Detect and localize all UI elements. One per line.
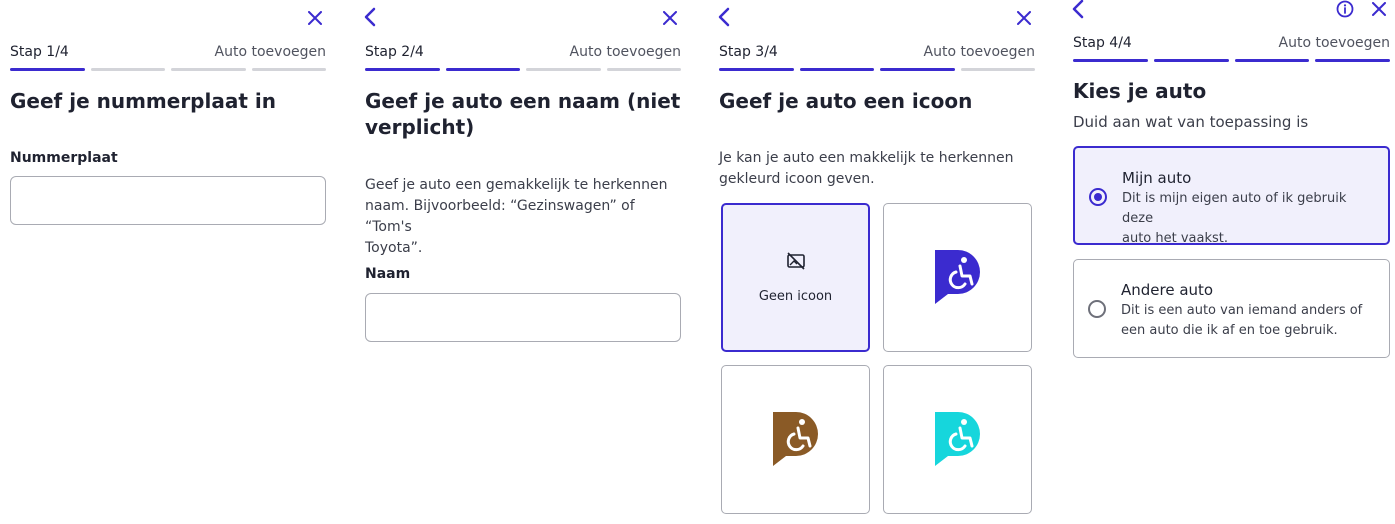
option-description: Dit is mijn eigen auto of ik gebruik dez… xyxy=(1122,189,1374,249)
flow-title: Auto toevoegen xyxy=(923,44,1035,60)
parking-accessible-icon xyxy=(772,410,820,470)
license-plate-label: Nummerplaat xyxy=(10,150,118,166)
description: Je kan je auto een makkelijk te herkenne… xyxy=(719,148,1035,190)
progress-segment xyxy=(365,68,440,71)
flow-title: Auto toevoegen xyxy=(214,44,326,60)
option-title: Andere auto xyxy=(1121,281,1214,299)
radio-button[interactable] xyxy=(1089,188,1107,206)
name-label: Naam xyxy=(365,266,411,282)
progress-segment xyxy=(719,68,794,71)
name-input[interactable] xyxy=(365,293,681,342)
car-option-mine[interactable]: Mijn auto Dit is mijn eigen auto of ik g… xyxy=(1073,146,1390,246)
flow-title: Auto toevoegen xyxy=(1278,35,1390,51)
description-line: auto het vaakst. xyxy=(1122,231,1229,246)
info-icon[interactable] xyxy=(1334,0,1356,19)
progress-segment xyxy=(10,68,85,71)
progress-segment xyxy=(445,68,520,71)
progress-segment xyxy=(90,68,165,71)
page-title: Geef je auto een icoon xyxy=(719,89,973,113)
page-subtitle: Duid aan wat van toepassing is xyxy=(1073,113,1309,131)
description-line: Dit is een auto van iemand anders of xyxy=(1121,303,1363,318)
progress-segment xyxy=(171,68,246,71)
description-line: naam. Bijvoorbeeld: “Gezinswagen” of “To… xyxy=(365,198,635,235)
description-line: Toyota”. xyxy=(365,240,423,256)
no-image-icon xyxy=(786,251,806,275)
radio-button[interactable] xyxy=(1088,300,1106,318)
progress-segment xyxy=(606,68,681,71)
title-line: verplicht) xyxy=(365,115,475,139)
option-description: Dit is een auto van iemand anders of een… xyxy=(1121,301,1375,341)
description-line: Geef je auto een gemakkelijk te herkenne… xyxy=(365,177,668,193)
screen-step-1: Stap 1/4 Auto toevoegen Geef je nummerpl… xyxy=(10,0,326,524)
screen-step-2: Stap 2/4 Auto toevoegen Geef je auto een… xyxy=(364,0,681,524)
icon-option-none[interactable]: Geen icoon xyxy=(721,203,870,352)
progress-segment xyxy=(1073,59,1148,62)
progress-segment xyxy=(1234,59,1310,62)
parking-accessible-icon xyxy=(934,248,982,308)
description-line: Je kan je auto een makkelijk te herkenne… xyxy=(719,150,1014,166)
parking-accessible-icon xyxy=(934,410,982,470)
option-title: Mijn auto xyxy=(1122,169,1192,187)
back-icon[interactable] xyxy=(359,4,381,30)
progress-segment xyxy=(1153,59,1229,62)
icon-option-brown[interactable] xyxy=(721,365,870,514)
description: Geef je auto een gemakkelijk te herkenne… xyxy=(365,175,681,259)
progress-bar xyxy=(10,68,326,71)
back-icon[interactable] xyxy=(713,4,735,30)
progress-segment xyxy=(880,68,955,71)
progress-bar xyxy=(1073,59,1390,62)
car-option-other[interactable]: Andere auto Dit is een auto van iemand a… xyxy=(1073,259,1390,358)
step-indicator: Stap 1/4 xyxy=(10,44,69,60)
close-icon[interactable] xyxy=(1013,8,1035,28)
description-line: een auto die ik af en toe gebruik. xyxy=(1121,323,1338,338)
screen-step-4: Stap 4/4 Auto toevoegen Kies je auto Dui… xyxy=(1072,0,1390,524)
progress-segment xyxy=(799,68,874,71)
icon-option-blue[interactable] xyxy=(883,203,1032,352)
page-title: Geef je auto een naam (niet verplicht) xyxy=(365,88,681,140)
close-icon[interactable] xyxy=(659,8,681,28)
progress-segment xyxy=(960,68,1035,71)
title-line: Geef je auto een naam (niet xyxy=(365,89,681,113)
description-line: Dit is mijn eigen auto of ik gebruik dez… xyxy=(1122,191,1347,226)
progress-bar xyxy=(719,68,1035,71)
icon-option-label: Geen icoon xyxy=(758,289,833,304)
step-indicator: Stap 3/4 xyxy=(719,44,778,60)
back-icon[interactable] xyxy=(1067,0,1089,22)
icon-option-cyan[interactable] xyxy=(883,365,1032,514)
progress-bar xyxy=(365,68,681,71)
page-title: Geef je nummerplaat in xyxy=(10,89,276,113)
flow-title: Auto toevoegen xyxy=(569,44,681,60)
page-title: Kies je auto xyxy=(1073,79,1207,103)
close-icon[interactable] xyxy=(1368,0,1390,18)
step-indicator: Stap 4/4 xyxy=(1073,35,1132,51)
step-indicator: Stap 2/4 xyxy=(365,44,424,60)
screen-step-3: Stap 3/4 Auto toevoegen Geef je auto een… xyxy=(718,0,1035,524)
progress-segment xyxy=(251,68,326,71)
close-icon[interactable] xyxy=(304,8,326,28)
description-line: gekleurd icoon geven. xyxy=(719,171,875,187)
progress-segment xyxy=(1315,59,1390,62)
progress-segment xyxy=(526,68,601,71)
license-plate-input[interactable] xyxy=(10,176,326,225)
